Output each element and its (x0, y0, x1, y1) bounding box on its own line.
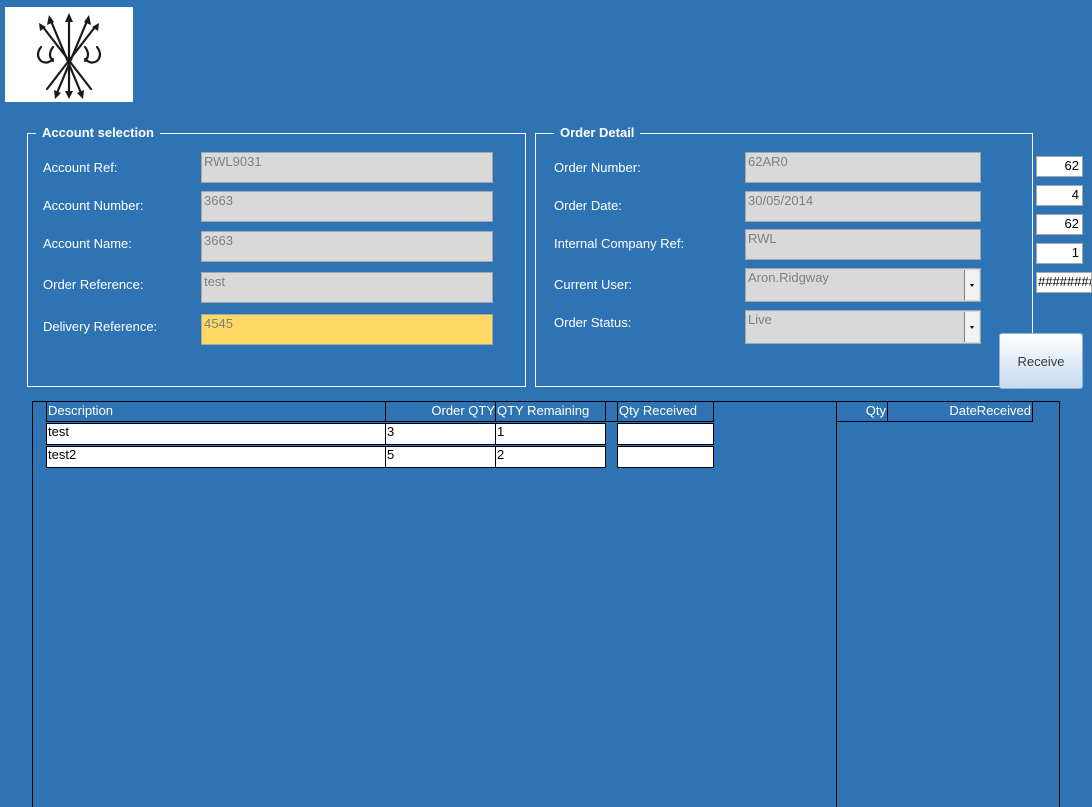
receive-button[interactable]: Receive (999, 333, 1083, 389)
column-divider (887, 401, 888, 422)
row2-qty-received-input[interactable] (617, 446, 714, 468)
current-user-value: Aron.Ridgway (748, 270, 829, 285)
account-ref-field[interactable]: RWL9031 (201, 152, 493, 183)
current-user-dropdown-button[interactable] (964, 270, 979, 300)
delivery-reference-label: Delivery Reference: (43, 319, 158, 334)
header-date-received: DateReceived (949, 403, 1031, 418)
order-date-field[interactable]: 30/05/2014 (745, 191, 981, 222)
row1-description[interactable]: test (46, 423, 386, 445)
account-name-label: Account Name: (43, 236, 132, 251)
side-value-box-date[interactable]: ######## (1036, 272, 1092, 293)
received-history-panel (836, 401, 1060, 807)
account-number-label: Account Number: (43, 198, 144, 213)
order-number-field[interactable]: 62AR0 (745, 152, 981, 183)
account-name-field[interactable]: 3663 (201, 231, 493, 262)
header-qty-remaining: QTY Remaining (497, 403, 590, 418)
account-ref-label: Account Ref: (43, 160, 118, 175)
account-selection-title: Account selection (36, 125, 160, 141)
column-divider (713, 401, 714, 421)
row1-qty-remaining[interactable]: 1 (495, 423, 606, 445)
order-status-combo[interactable]: Live (745, 310, 981, 344)
column-divider (495, 401, 496, 421)
order-status-label: Order Status: (554, 315, 632, 330)
row1-order-qty[interactable]: 3 (385, 423, 496, 445)
order-status-value: Live (748, 312, 772, 327)
column-divider (605, 401, 606, 421)
delivery-reference-field[interactable]: 4545 (201, 314, 493, 345)
row2-description[interactable]: test2 (46, 446, 386, 468)
internal-company-ref-field[interactable]: RWL (745, 229, 981, 260)
account-number-field[interactable]: 3663 (201, 191, 493, 222)
side-value-box[interactable]: 4 (1036, 185, 1083, 206)
row2-qty-remaining[interactable]: 2 (495, 446, 606, 468)
column-divider (46, 401, 47, 421)
order-detail-title: Order Detail (554, 125, 641, 141)
arrows-logo-icon (36, 13, 102, 99)
chevron-down-icon (970, 325, 974, 329)
header-underline (46, 421, 714, 422)
chevron-down-icon (970, 283, 974, 287)
company-logo (5, 7, 133, 102)
order-date-label: Order Date: (554, 198, 622, 213)
header-qty: Qty (865, 403, 886, 418)
row2-order-qty[interactable]: 5 (385, 446, 496, 468)
internal-company-ref-label: Internal Company Ref: (554, 236, 685, 251)
header-description: Description (48, 403, 114, 418)
header-order-qty: Order QTY (431, 403, 495, 418)
side-value-box[interactable]: 62 (1036, 214, 1083, 235)
order-number-label: Order Number: (554, 160, 641, 175)
column-divider (617, 401, 618, 421)
current-user-combo[interactable]: Aron.Ridgway (745, 268, 981, 302)
header-underline (836, 421, 1033, 422)
header-qty-received: Qty Received (619, 403, 698, 418)
side-value-box[interactable]: 62 (1036, 156, 1083, 177)
order-reference-field[interactable]: test (201, 272, 493, 303)
order-status-dropdown-button[interactable] (964, 312, 979, 342)
column-divider (1032, 401, 1033, 422)
row1-qty-received-input[interactable] (617, 423, 714, 445)
current-user-label: Current User: (554, 277, 633, 292)
side-value-box[interactable]: 1 (1036, 243, 1083, 264)
order-reference-label: Order Reference: (43, 277, 144, 292)
